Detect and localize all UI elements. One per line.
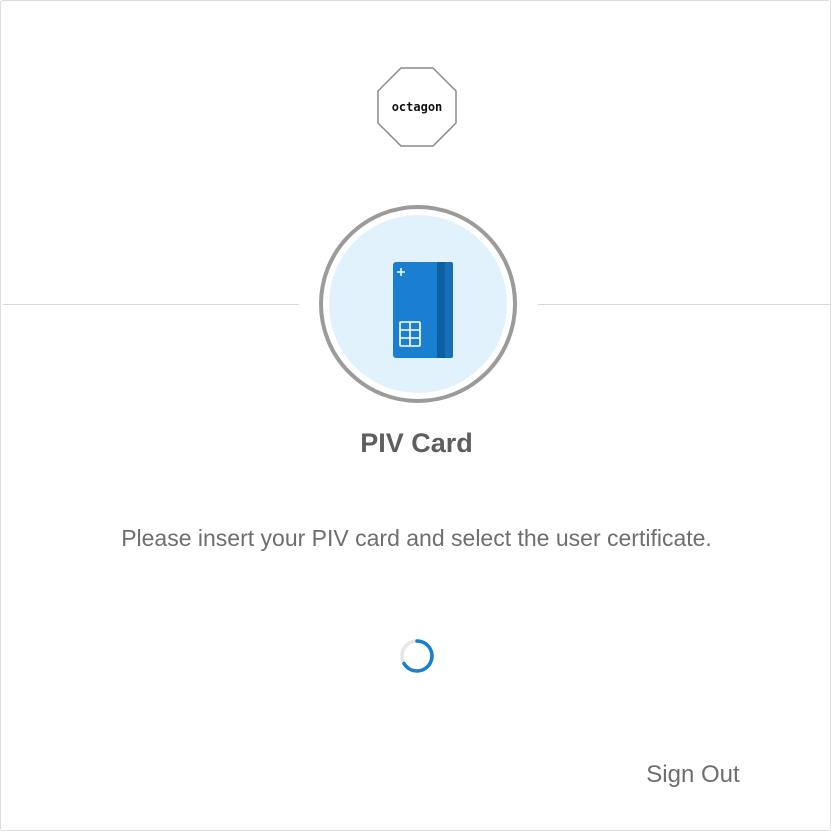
auth-card: octagon PIV Card Please insert your PIV … — [0, 0, 831, 831]
sign-out-link[interactable]: Sign Out — [621, 761, 765, 789]
factor-icon-background — [329, 215, 507, 393]
factor-instructions: Please insert your PIV card and select t… — [121, 525, 712, 551]
factor-icon-ring — [319, 205, 517, 403]
piv-card-icon — [393, 262, 453, 358]
brand-logo: octagon — [377, 67, 457, 147]
factor-title: PIV Card — [360, 428, 473, 458]
logo-text: octagon — [391, 100, 443, 114]
divider-right — [538, 304, 830, 305]
loading-spinner-icon — [400, 639, 434, 673]
divider-left — [3, 304, 299, 305]
